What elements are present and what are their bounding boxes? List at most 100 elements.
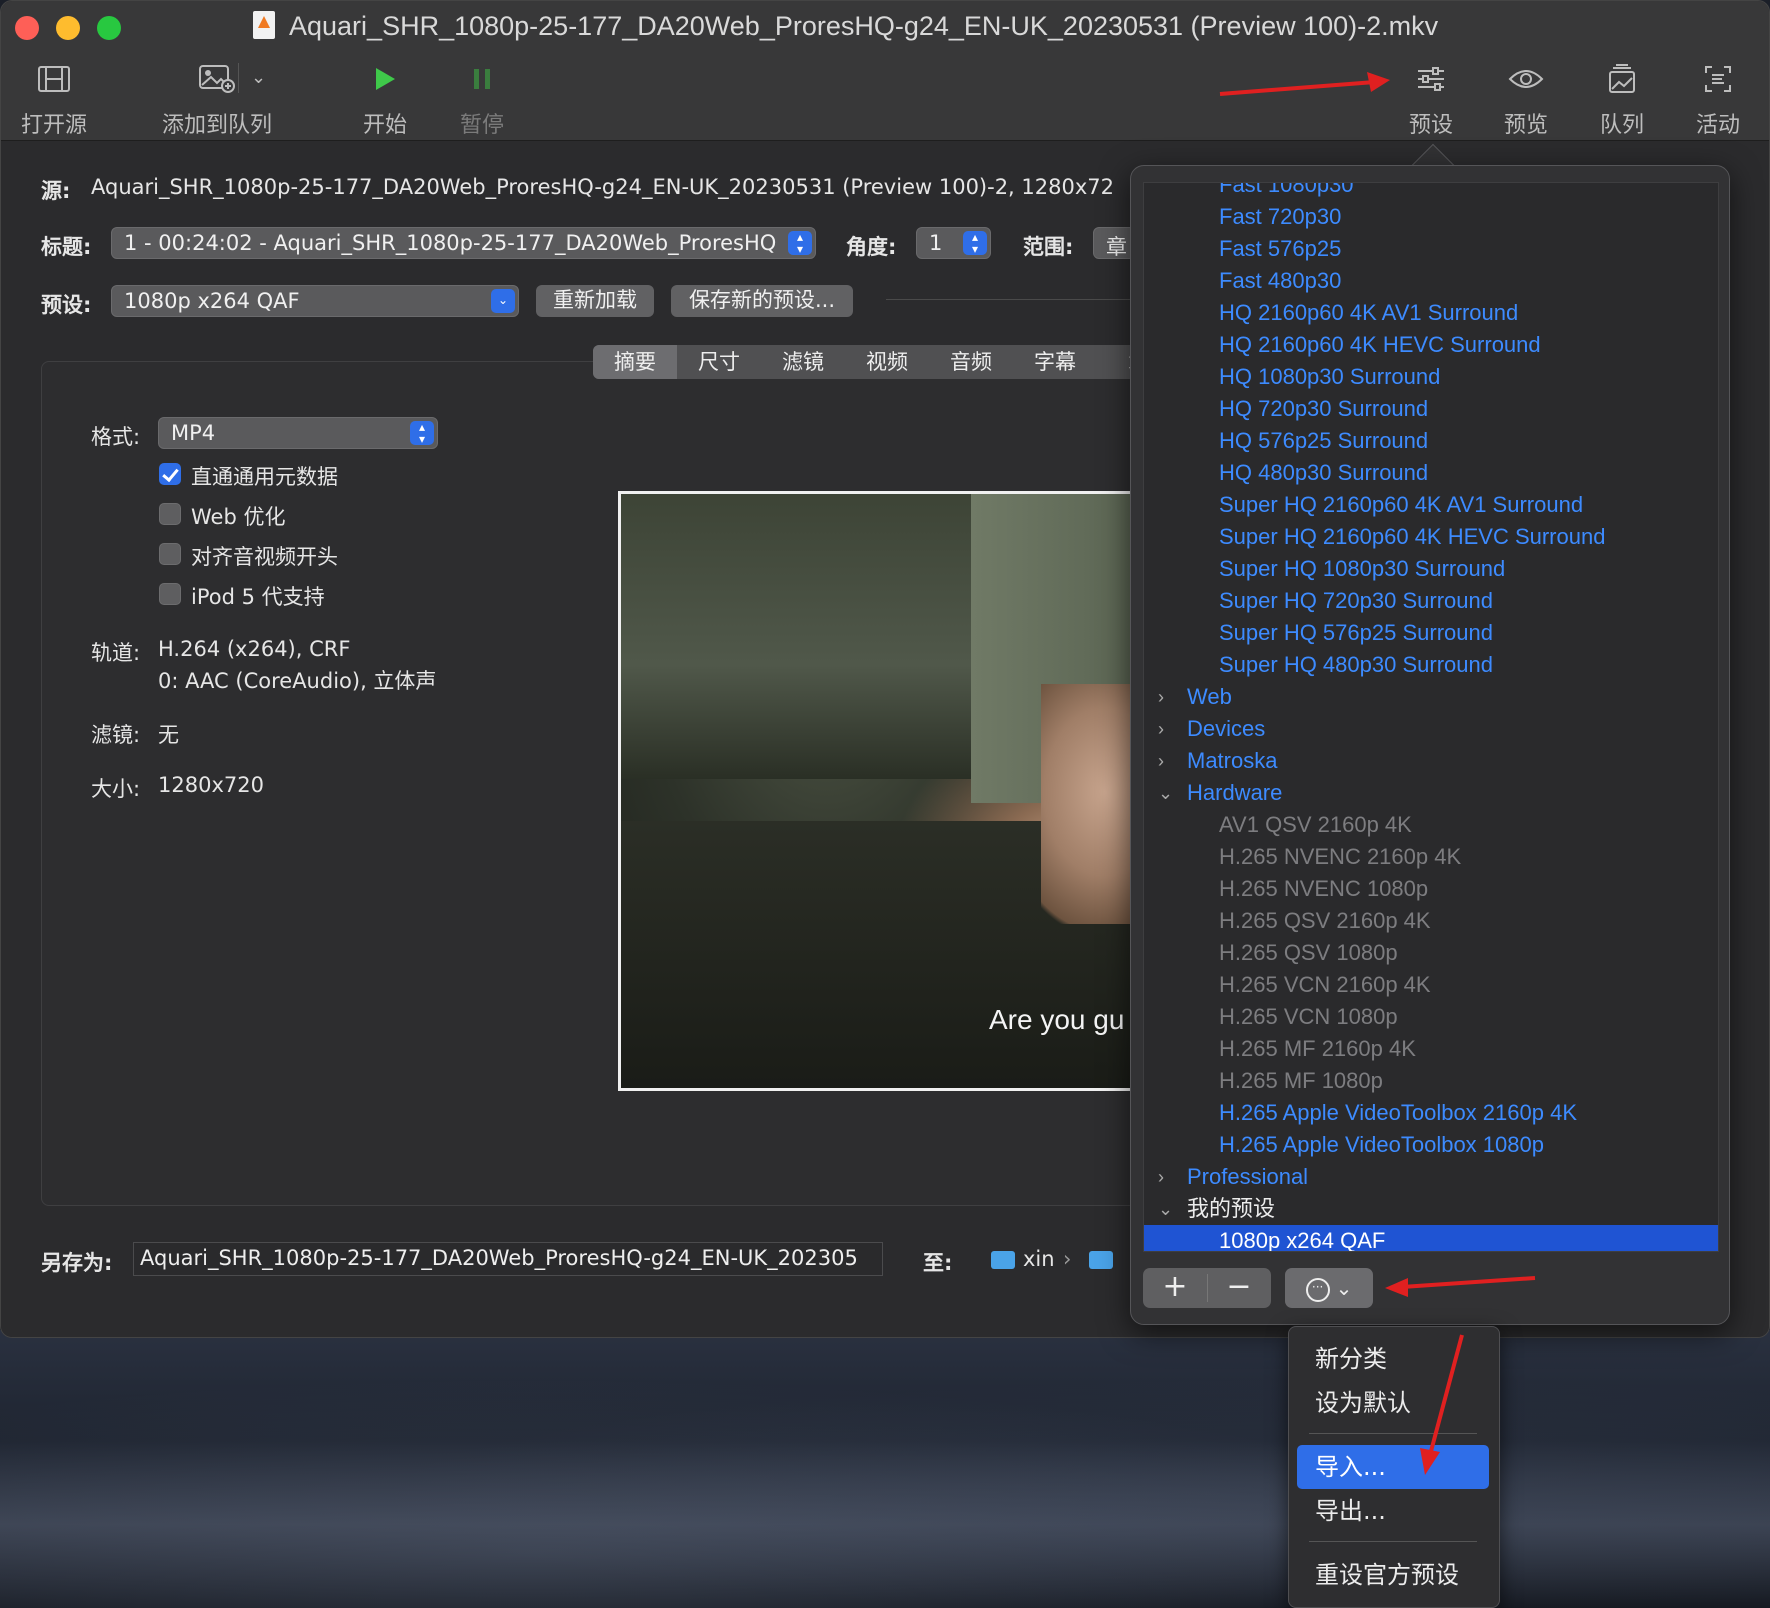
eye-icon xyxy=(1501,59,1551,99)
zoom-window-button[interactable] xyxy=(97,16,121,40)
preset-label: Super HQ 2160p60 4K AV1 Surround xyxy=(1219,492,1584,517)
pause-button[interactable]: 暂停 xyxy=(456,59,508,139)
preset-item[interactable]: H.265 NVENC 2160p 4K xyxy=(1144,841,1718,873)
start-label: 开始 xyxy=(362,113,407,138)
preset-popup[interactable]: 1080p x264 QAF ⌄ xyxy=(111,285,519,317)
preset-item[interactable]: Super HQ 2160p60 4K AV1 Surround xyxy=(1144,489,1718,521)
preset-label: H.265 MF 2160p 4K xyxy=(1219,1036,1416,1061)
preset-category[interactable]: ⌄ 我的预设 xyxy=(1144,1193,1718,1225)
preset-category[interactable]: ⌄ Hardware xyxy=(1144,777,1718,809)
preset-item[interactable]: AV1 QSV 2160p 4K xyxy=(1144,809,1718,841)
format-popup[interactable]: MP4 ▴ ▾ xyxy=(158,417,438,449)
presets-button[interactable]: 预设 xyxy=(1406,59,1456,139)
chevron-down-icon[interactable]: ⌄ xyxy=(1158,777,1173,809)
menu-item-export[interactable]: 导出... xyxy=(1297,1489,1489,1533)
start-button[interactable]: 开始 xyxy=(359,59,411,139)
remove-preset-button[interactable]: − xyxy=(1207,1268,1271,1308)
destination-label: 至: xyxy=(923,1251,953,1275)
menu-item-set-default[interactable]: 设为默认 xyxy=(1297,1381,1489,1425)
passthru-metadata-checkbox[interactable] xyxy=(159,463,181,485)
preset-item[interactable]: Fast 576p25 xyxy=(1144,233,1718,265)
ipod-support-label: iPod 5 代支持 xyxy=(191,585,325,609)
tab-filters[interactable]: 滤镜 xyxy=(761,345,845,379)
title-popup[interactable]: 1 - 00:24:02 - Aquari_SHR_1080p-25-177_D… xyxy=(111,227,816,259)
preset-category[interactable]: › Professional xyxy=(1144,1161,1718,1193)
chevron-right-icon[interactable]: › xyxy=(1158,1161,1164,1193)
web-optimized-checkbox[interactable] xyxy=(159,503,181,525)
preset-item[interactable]: HQ 576p25 Surround xyxy=(1144,425,1718,457)
chevron-down-icon[interactable]: ⌄ xyxy=(251,67,266,88)
preset-list[interactable]: Fast 1080p30 Fast 720p30 Fast 576p25 Fast 4… xyxy=(1143,182,1719,1252)
add-preset-button[interactable]: + xyxy=(1143,1268,1207,1308)
preset-item[interactable]: HQ 2160p60 4K AV1 Surround xyxy=(1144,297,1718,329)
toolbar-divider xyxy=(238,63,239,93)
chevron-right-icon[interactable]: › xyxy=(1158,713,1164,745)
preset-item[interactable]: Fast 720p30 xyxy=(1144,201,1718,233)
path-folder-name[interactable]: xin xyxy=(1023,1247,1055,1271)
preview-thumbnail[interactable]: Are you gu xyxy=(618,491,1138,1091)
menu-item-new-category[interactable]: 新分类 xyxy=(1297,1337,1489,1381)
chevron-right-icon[interactable]: › xyxy=(1158,681,1164,713)
close-window-button[interactable] xyxy=(15,16,39,40)
menu-separator xyxy=(1309,1433,1477,1434)
preset-item[interactable]: H.265 Apple VideoToolbox 1080p xyxy=(1144,1129,1718,1161)
preset-item[interactable]: Super HQ 576p25 Surround xyxy=(1144,617,1718,649)
preset-label: Super HQ 2160p60 4K HEVC Surround xyxy=(1219,524,1606,549)
activity-button[interactable]: 活动 xyxy=(1693,59,1743,139)
preset-category[interactable]: › Matroska xyxy=(1144,745,1718,777)
reload-button[interactable]: 重新加载 xyxy=(536,285,654,317)
queue-button[interactable]: 队列 xyxy=(1597,59,1647,139)
preset-label: 我的预设 xyxy=(1187,1196,1276,1221)
angle-popup[interactable]: 1 ▴ ▾ xyxy=(916,227,991,259)
film-icon xyxy=(19,59,89,99)
preview-button[interactable]: 预览 xyxy=(1501,59,1551,139)
preset-item[interactable]: H.265 VCN 1080p xyxy=(1144,1001,1718,1033)
tab-video[interactable]: 视频 xyxy=(845,345,929,379)
more-actions-button[interactable]: ··· ⌄ xyxy=(1285,1268,1373,1308)
preset-item[interactable]: H.265 VCN 2160p 4K xyxy=(1144,969,1718,1001)
preset-item[interactable]: Fast 1080p30 xyxy=(1144,183,1718,201)
preset-item[interactable]: H.265 MF 2160p 4K xyxy=(1144,1033,1718,1065)
source-value: Aquari_SHR_1080p-25-177_DA20Web_ProresHQ… xyxy=(91,175,1115,199)
ipod-support-checkbox[interactable] xyxy=(159,583,181,605)
menu-separator xyxy=(1309,1541,1477,1542)
open-source-button[interactable]: 打开源 xyxy=(19,59,89,139)
preset-item[interactable]: HQ 1080p30 Surround xyxy=(1144,361,1718,393)
preset-item[interactable]: Fast 480p30 xyxy=(1144,265,1718,297)
presets-popover: Fast 1080p30 Fast 720p30 Fast 576p25 Fast 4… xyxy=(1130,165,1730,1325)
tab-summary[interactable]: 摘要 xyxy=(593,345,677,379)
preset-item[interactable]: H.265 QSV 2160p 4K xyxy=(1144,905,1718,937)
preset-item[interactable]: Super HQ 1080p30 Surround xyxy=(1144,553,1718,585)
chevron-down-icon: ⌄ xyxy=(491,289,515,313)
chevron-right-icon[interactable]: › xyxy=(1158,745,1164,777)
tracks-audio-value: 0: AAC (CoreAudio), 立体声 xyxy=(158,669,437,693)
preset-item[interactable]: HQ 720p30 Surround xyxy=(1144,393,1718,425)
preset-item[interactable]: 1080p x264 QAF xyxy=(1144,1225,1718,1251)
save-new-preset-button[interactable]: 保存新的预设... xyxy=(671,285,853,317)
preset-item[interactable]: H.265 Apple VideoToolbox 2160p 4K xyxy=(1144,1097,1718,1129)
chevron-down-icon[interactable]: ⌄ xyxy=(1158,1193,1173,1225)
preset-category[interactable]: › Devices xyxy=(1144,713,1718,745)
minimize-window-button[interactable] xyxy=(56,16,80,40)
preset-item[interactable]: Super HQ 720p30 Surround xyxy=(1144,585,1718,617)
preset-item[interactable]: HQ 480p30 Surround xyxy=(1144,457,1718,489)
preset-item[interactable]: H.265 MF 1080p xyxy=(1144,1065,1718,1097)
preset-category[interactable]: › Web xyxy=(1144,681,1718,713)
menu-item-reset-builtin[interactable]: 重设官方预设 xyxy=(1297,1553,1489,1597)
preset-item[interactable]: HQ 2160p60 4K HEVC Surround xyxy=(1144,329,1718,361)
preset-label: Super HQ 720p30 Surround xyxy=(1219,588,1493,613)
tab-dimensions[interactable]: 尺寸 xyxy=(677,345,761,379)
tab-subtitles[interactable]: 字幕 xyxy=(1013,345,1097,379)
preset-label: H.265 Apple VideoToolbox 2160p 4K xyxy=(1219,1100,1577,1125)
range-popup-value: 章 xyxy=(1106,235,1127,259)
path-separator-icon: › xyxy=(1063,1247,1072,1271)
menu-item-import[interactable]: 导入... xyxy=(1297,1445,1489,1489)
preset-label: Super HQ 480p30 Surround xyxy=(1219,652,1493,677)
align-av-checkbox[interactable] xyxy=(159,543,181,565)
preset-item[interactable]: H.265 QSV 1080p xyxy=(1144,937,1718,969)
save-as-input[interactable]: Aquari_SHR_1080p-25-177_DA20Web_ProresHQ… xyxy=(133,1242,883,1276)
tab-audio[interactable]: 音频 xyxy=(929,345,1013,379)
preset-item[interactable]: Super HQ 480p30 Surround xyxy=(1144,649,1718,681)
preset-item[interactable]: Super HQ 2160p60 4K HEVC Surround xyxy=(1144,521,1718,553)
preset-item[interactable]: H.265 NVENC 1080p xyxy=(1144,873,1718,905)
